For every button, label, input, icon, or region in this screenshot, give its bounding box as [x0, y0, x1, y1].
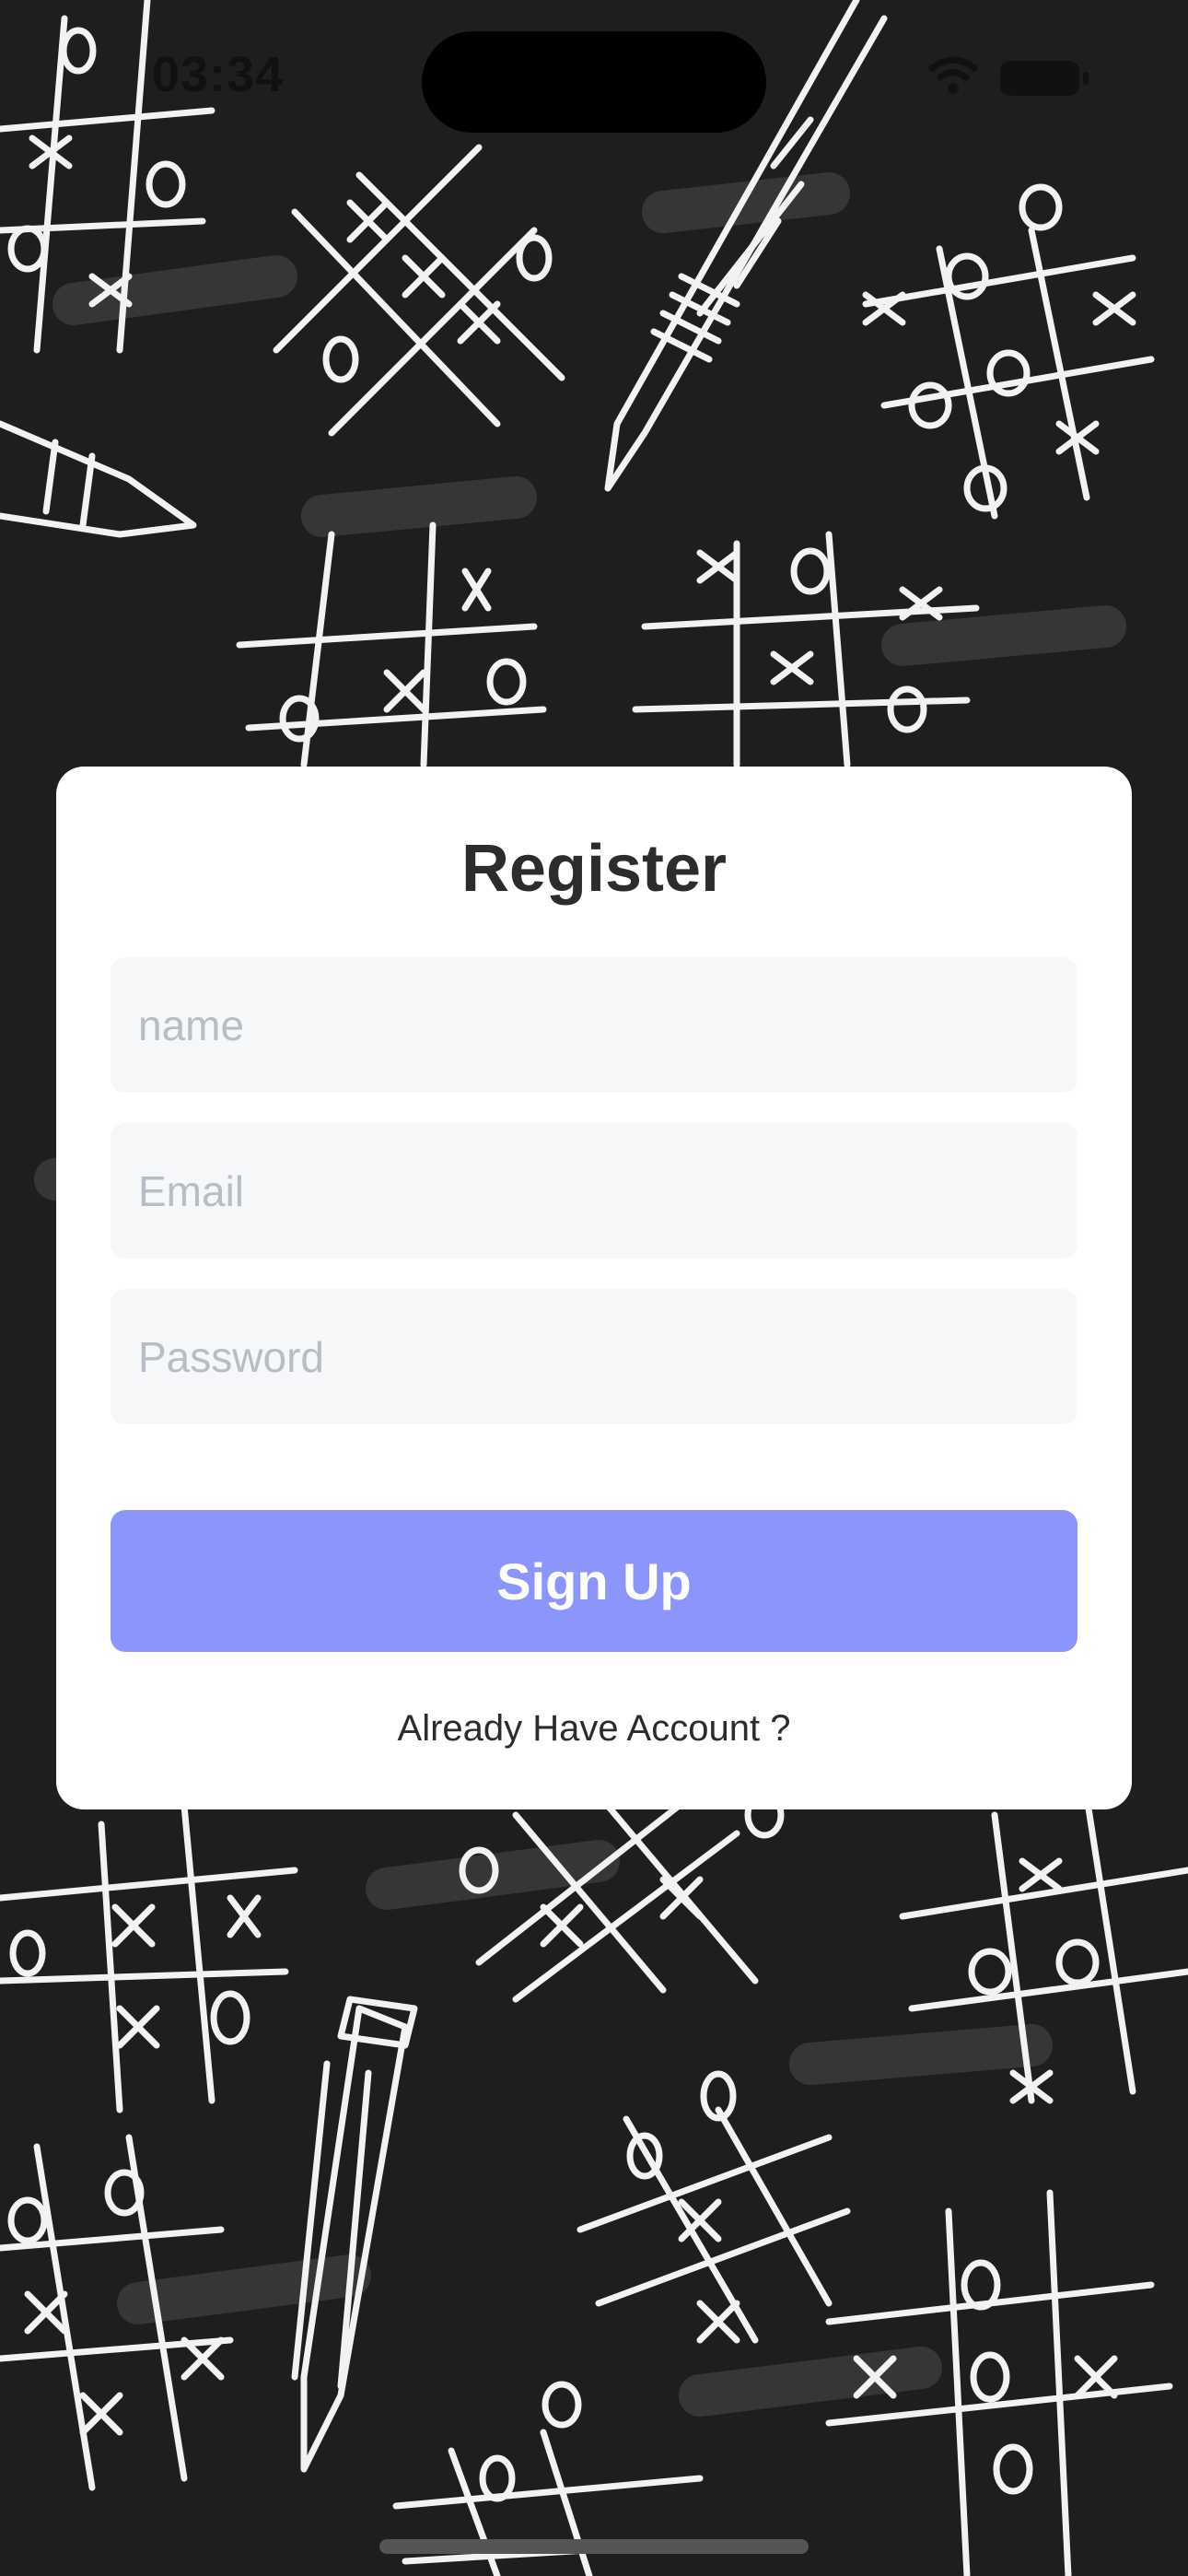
status-time: 03:34: [152, 47, 285, 102]
battery-icon: [1000, 61, 1089, 96]
sign-up-button[interactable]: Sign Up: [111, 1510, 1077, 1652]
password-input[interactable]: [111, 1289, 1077, 1424]
doodle-grid-bottom-far-right: [825, 2189, 1173, 2576]
home-indicator: [379, 2539, 809, 2554]
name-input[interactable]: [111, 957, 1077, 1093]
status-bar: 03:34: [0, 0, 1188, 147]
doodle-pencil-left: [0, 420, 197, 538]
doodle-grid-middle: [236, 521, 547, 768]
dynamic-island: [422, 31, 766, 133]
doodle-grid-bottom-center: [459, 1791, 785, 2003]
doodle-grid-lower-middle: [577, 2070, 851, 2344]
doodle-grid-top-center: [273, 144, 565, 437]
status-icons: [928, 56, 1089, 96]
wifi-icon: [928, 56, 978, 94]
email-input[interactable]: [111, 1123, 1077, 1259]
doodle-grid-bottom-left: [0, 1802, 298, 2113]
register-card: Register Sign Up Already Have Account ?: [56, 767, 1132, 1809]
doodle-grid-top-right: [862, 183, 1155, 520]
doodle-pencil-bottom: [291, 1996, 418, 2473]
register-title: Register: [460, 832, 728, 906]
already-have-account-link[interactable]: Already Have Account ?: [56, 1708, 1132, 1750]
sign-up-label: Sign Up: [496, 1551, 692, 1610]
